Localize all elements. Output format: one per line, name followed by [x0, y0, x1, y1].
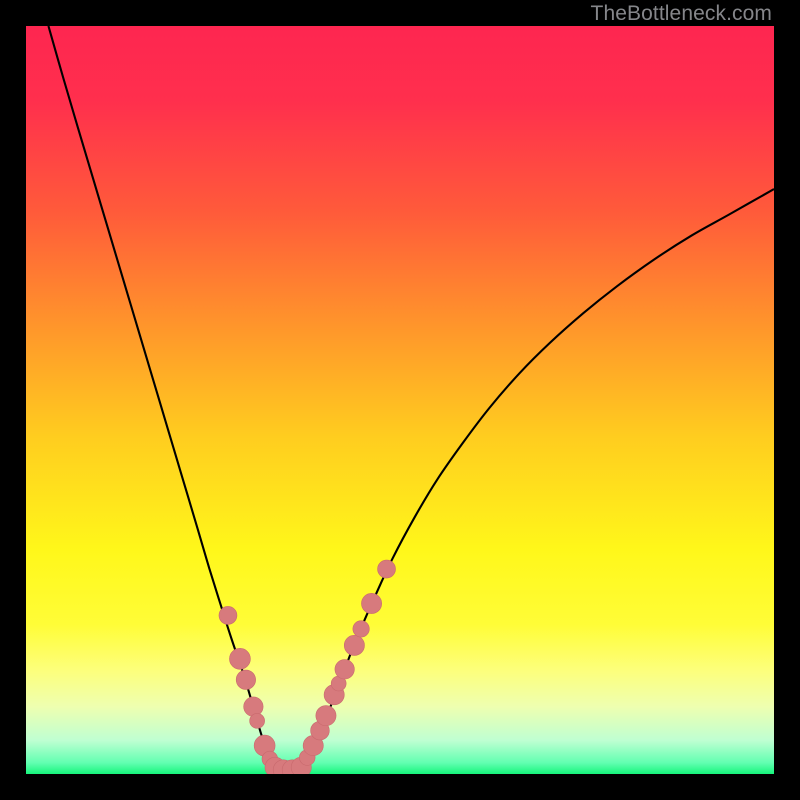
data-marker: [361, 593, 381, 613]
data-marker: [236, 670, 255, 689]
data-marker: [316, 706, 336, 726]
data-marker: [244, 697, 263, 716]
data-marker: [335, 660, 354, 679]
data-marker: [344, 635, 364, 655]
data-marker: [378, 560, 396, 578]
data-marker: [250, 713, 265, 728]
chart-frame: [26, 26, 774, 774]
data-marker: [353, 621, 369, 637]
gradient-background: [26, 26, 774, 774]
data-marker: [219, 606, 237, 624]
watermark-text: TheBottleneck.com: [591, 2, 772, 26]
bottleneck-chart: [26, 26, 774, 774]
data-marker: [229, 648, 250, 669]
